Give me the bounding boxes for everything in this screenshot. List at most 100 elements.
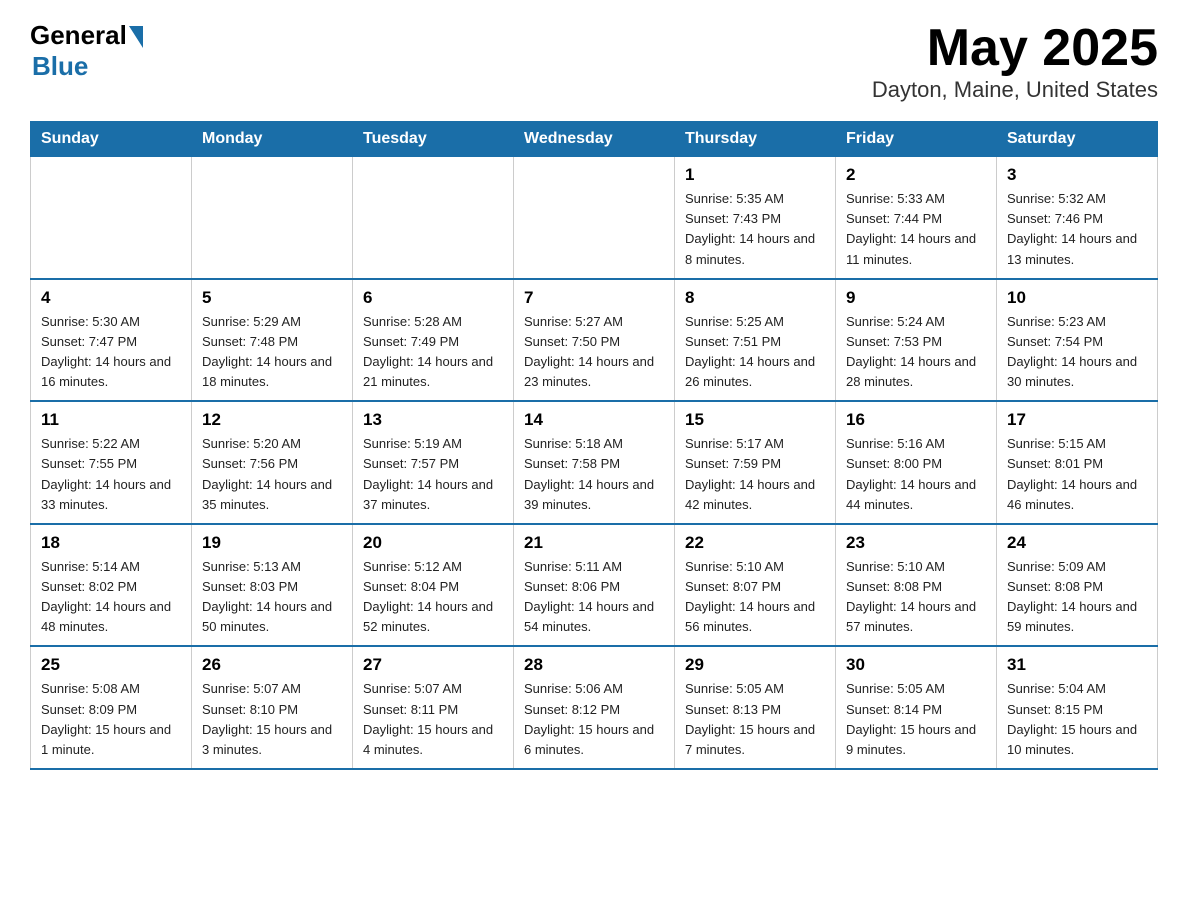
day-info: Sunrise: 5:16 AM Sunset: 8:00 PM Dayligh… — [846, 434, 986, 515]
header-friday: Friday — [836, 122, 997, 157]
day-number: 18 — [41, 533, 181, 553]
day-info: Sunrise: 5:22 AM Sunset: 7:55 PM Dayligh… — [41, 434, 181, 515]
day-info: Sunrise: 5:25 AM Sunset: 7:51 PM Dayligh… — [685, 312, 825, 393]
day-number: 7 — [524, 288, 664, 308]
calendar-cell: 13 Sunrise: 5:19 AM Sunset: 7:57 PM Dayli… — [353, 401, 514, 524]
day-info: Sunrise: 5:10 AM Sunset: 8:07 PM Dayligh… — [685, 557, 825, 638]
calendar-cell: 15 Sunrise: 5:17 AM Sunset: 7:59 PM Dayli… — [675, 401, 836, 524]
day-number: 13 — [363, 410, 503, 430]
day-number: 6 — [363, 288, 503, 308]
day-info: Sunrise: 5:10 AM Sunset: 8:08 PM Dayligh… — [846, 557, 986, 638]
day-number: 27 — [363, 655, 503, 675]
day-number: 16 — [846, 410, 986, 430]
location-text: Dayton, Maine, United States — [872, 77, 1158, 103]
day-info: Sunrise: 5:27 AM Sunset: 7:50 PM Dayligh… — [524, 312, 664, 393]
day-number: 20 — [363, 533, 503, 553]
day-number: 1 — [685, 165, 825, 185]
day-info: Sunrise: 5:14 AM Sunset: 8:02 PM Dayligh… — [41, 557, 181, 638]
calendar-cell: 7 Sunrise: 5:27 AM Sunset: 7:50 PM Daylig… — [514, 279, 675, 402]
calendar-cell: 23 Sunrise: 5:10 AM Sunset: 8:08 PM Dayli… — [836, 524, 997, 647]
calendar-week-row: 18 Sunrise: 5:14 AM Sunset: 8:02 PM Dayli… — [31, 524, 1158, 647]
calendar-cell: 14 Sunrise: 5:18 AM Sunset: 7:58 PM Dayli… — [514, 401, 675, 524]
day-number: 15 — [685, 410, 825, 430]
calendar-cell: 18 Sunrise: 5:14 AM Sunset: 8:02 PM Dayli… — [31, 524, 192, 647]
calendar-week-row: 11 Sunrise: 5:22 AM Sunset: 7:55 PM Dayli… — [31, 401, 1158, 524]
calendar-cell: 12 Sunrise: 5:20 AM Sunset: 7:56 PM Dayli… — [192, 401, 353, 524]
header-wednesday: Wednesday — [514, 122, 675, 157]
calendar-cell: 30 Sunrise: 5:05 AM Sunset: 8:14 PM Dayli… — [836, 646, 997, 769]
day-number: 9 — [846, 288, 986, 308]
day-number: 21 — [524, 533, 664, 553]
day-number: 8 — [685, 288, 825, 308]
calendar-cell: 9 Sunrise: 5:24 AM Sunset: 7:53 PM Daylig… — [836, 279, 997, 402]
day-number: 12 — [202, 410, 342, 430]
calendar-cell: 31 Sunrise: 5:04 AM Sunset: 8:15 PM Dayli… — [997, 646, 1158, 769]
calendar-week-row: 4 Sunrise: 5:30 AM Sunset: 7:47 PM Daylig… — [31, 279, 1158, 402]
day-number: 30 — [846, 655, 986, 675]
calendar-cell — [192, 157, 353, 279]
day-number: 10 — [1007, 288, 1147, 308]
calendar-cell: 8 Sunrise: 5:25 AM Sunset: 7:51 PM Daylig… — [675, 279, 836, 402]
day-info: Sunrise: 5:06 AM Sunset: 8:12 PM Dayligh… — [524, 679, 664, 760]
calendar-cell: 3Sunrise: 5:32 AM Sunset: 7:46 PM Daylig… — [997, 157, 1158, 279]
header-saturday: Saturday — [997, 122, 1158, 157]
day-number: 22 — [685, 533, 825, 553]
calendar-cell: 2Sunrise: 5:33 AM Sunset: 7:44 PM Daylig… — [836, 157, 997, 279]
calendar-cell: 6 Sunrise: 5:28 AM Sunset: 7:49 PM Daylig… — [353, 279, 514, 402]
day-info: Sunrise: 5:28 AM Sunset: 7:49 PM Dayligh… — [363, 312, 503, 393]
calendar-cell: 20Sunrise: 5:12 AM Sunset: 8:04 PM Dayli… — [353, 524, 514, 647]
day-number: 17 — [1007, 410, 1147, 430]
calendar-cell — [353, 157, 514, 279]
day-number: 29 — [685, 655, 825, 675]
calendar-cell: 5Sunrise: 5:29 AM Sunset: 7:48 PM Daylig… — [192, 279, 353, 402]
calendar-cell: 26 Sunrise: 5:07 AM Sunset: 8:10 PM Dayli… — [192, 646, 353, 769]
day-number: 25 — [41, 655, 181, 675]
logo-blue-text: Blue — [32, 51, 88, 82]
header-thursday: Thursday — [675, 122, 836, 157]
day-number: 4 — [41, 288, 181, 308]
calendar-cell: 29Sunrise: 5:05 AM Sunset: 8:13 PM Dayli… — [675, 646, 836, 769]
logo-text: General — [30, 20, 143, 51]
day-info: Sunrise: 5:04 AM Sunset: 8:15 PM Dayligh… — [1007, 679, 1147, 760]
calendar-cell: 22 Sunrise: 5:10 AM Sunset: 8:07 PM Dayli… — [675, 524, 836, 647]
day-info: Sunrise: 5:24 AM Sunset: 7:53 PM Dayligh… — [846, 312, 986, 393]
calendar-cell: 4 Sunrise: 5:30 AM Sunset: 7:47 PM Daylig… — [31, 279, 192, 402]
day-info: Sunrise: 5:07 AM Sunset: 8:11 PM Dayligh… — [363, 679, 503, 760]
calendar-header-row: SundayMondayTuesdayWednesdayThursdayFrid… — [31, 122, 1158, 157]
day-number: 11 — [41, 410, 181, 430]
header-sunday: Sunday — [31, 122, 192, 157]
day-info: Sunrise: 5:15 AM Sunset: 8:01 PM Dayligh… — [1007, 434, 1147, 515]
day-number: 26 — [202, 655, 342, 675]
logo: General Blue — [30, 20, 143, 82]
day-info: Sunrise: 5:30 AM Sunset: 7:47 PM Dayligh… — [41, 312, 181, 393]
day-info: Sunrise: 5:11 AM Sunset: 8:06 PM Dayligh… — [524, 557, 664, 638]
header-tuesday: Tuesday — [353, 122, 514, 157]
day-info: Sunrise: 5:05 AM Sunset: 8:14 PM Dayligh… — [846, 679, 986, 760]
calendar-cell: 25Sunrise: 5:08 AM Sunset: 8:09 PM Dayli… — [31, 646, 192, 769]
calendar-cell: 16 Sunrise: 5:16 AM Sunset: 8:00 PM Dayli… — [836, 401, 997, 524]
calendar-week-row: 25Sunrise: 5:08 AM Sunset: 8:09 PM Dayli… — [31, 646, 1158, 769]
day-number: 19 — [202, 533, 342, 553]
day-info: Sunrise: 5:17 AM Sunset: 7:59 PM Dayligh… — [685, 434, 825, 515]
calendar-cell — [31, 157, 192, 279]
day-number: 23 — [846, 533, 986, 553]
calendar-cell: 1 Sunrise: 5:35 AM Sunset: 7:43 PM Daylig… — [675, 157, 836, 279]
calendar-cell: 19 Sunrise: 5:13 AM Sunset: 8:03 PM Dayli… — [192, 524, 353, 647]
calendar-cell: 17 Sunrise: 5:15 AM Sunset: 8:01 PM Dayli… — [997, 401, 1158, 524]
day-info: Sunrise: 5:18 AM Sunset: 7:58 PM Dayligh… — [524, 434, 664, 515]
day-number: 3 — [1007, 165, 1147, 185]
calendar-cell: 10Sunrise: 5:23 AM Sunset: 7:54 PM Dayli… — [997, 279, 1158, 402]
calendar-table: SundayMondayTuesdayWednesdayThursdayFrid… — [30, 121, 1158, 770]
day-number: 28 — [524, 655, 664, 675]
day-number: 31 — [1007, 655, 1147, 675]
calendar-cell: 11 Sunrise: 5:22 AM Sunset: 7:55 PM Dayli… — [31, 401, 192, 524]
day-info: Sunrise: 5:13 AM Sunset: 8:03 PM Dayligh… — [202, 557, 342, 638]
day-info: Sunrise: 5:07 AM Sunset: 8:10 PM Dayligh… — [202, 679, 342, 760]
month-title: May 2025 — [872, 20, 1158, 77]
day-info: Sunrise: 5:19 AM Sunset: 7:57 PM Dayligh… — [363, 434, 503, 515]
day-info: Sunrise: 5:35 AM Sunset: 7:43 PM Dayligh… — [685, 189, 825, 270]
day-info: Sunrise: 5:09 AM Sunset: 8:08 PM Dayligh… — [1007, 557, 1147, 638]
day-info: Sunrise: 5:20 AM Sunset: 7:56 PM Dayligh… — [202, 434, 342, 515]
day-number: 14 — [524, 410, 664, 430]
calendar-cell: 27 Sunrise: 5:07 AM Sunset: 8:11 PM Dayli… — [353, 646, 514, 769]
